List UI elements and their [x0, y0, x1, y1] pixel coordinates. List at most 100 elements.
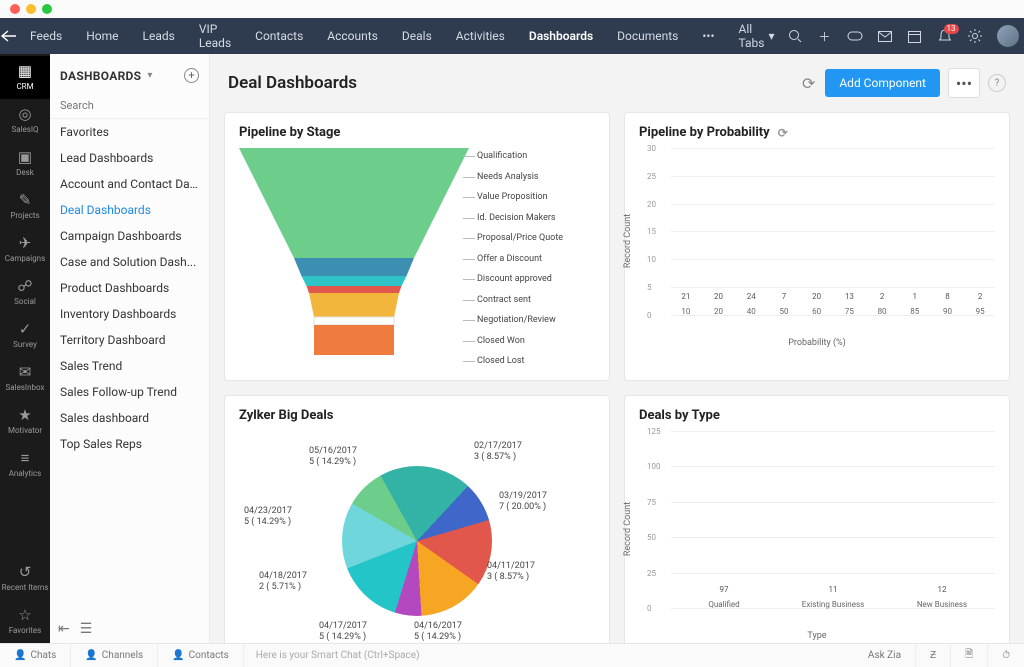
- sidebar-item-territory-dashboard[interactable]: Territory Dashboard: [50, 327, 209, 353]
- topnav-item-leads[interactable]: Leads: [131, 18, 187, 54]
- topnav-item-documents[interactable]: Documents: [605, 18, 690, 54]
- rail-item-campaigns[interactable]: ✈Campaigns: [0, 228, 50, 271]
- sidebar-item-sales-trend[interactable]: Sales Trend: [50, 353, 209, 379]
- rail-item-recent-items[interactable]: ↺Recent Items: [0, 557, 50, 600]
- mail-icon[interactable]: [877, 28, 893, 44]
- status-icon-note[interactable]: 🗎: [951, 644, 988, 667]
- topnav-item-home[interactable]: Home: [74, 18, 130, 54]
- rail-item-desk[interactable]: ▣Desk: [0, 142, 50, 185]
- rail-item-projects[interactable]: ✎Projects: [0, 185, 50, 228]
- campaigns-icon: ✈: [19, 236, 32, 251]
- pie-label: 03/19/20177 ( 20.00% ): [499, 491, 547, 514]
- plus-icon[interactable]: ＋: [817, 28, 833, 44]
- refresh-icon[interactable]: ⟳: [802, 74, 815, 93]
- topbar-more[interactable]: •••: [690, 18, 726, 54]
- bell-icon[interactable]: 13: [937, 28, 953, 44]
- add-dashboard-button[interactable]: +: [184, 68, 199, 83]
- more-options-button[interactable]: •••: [948, 68, 980, 98]
- rail-label: Social: [14, 297, 36, 306]
- sidebar-item-inventory-dashboards[interactable]: Inventory Dashboards: [50, 301, 209, 327]
- help-icon[interactable]: ?: [988, 74, 1006, 92]
- collapse-icon[interactable]: ⇤: [58, 621, 70, 637]
- topnav-item-deals[interactable]: Deals: [390, 18, 444, 54]
- smartchat-input[interactable]: Here is your Smart Chat (Ctrl+Space): [244, 650, 854, 661]
- card-title: Pipeline by Stage: [239, 125, 595, 140]
- sidebar: DASHBOARDS ▾ + FavoritesLead DashboardsA…: [50, 54, 210, 643]
- maximize-icon[interactable]: [42, 4, 52, 14]
- card-title: Zylker Big Deals: [239, 408, 595, 423]
- contacts-icon: 👤: [172, 650, 184, 661]
- refresh-icon[interactable]: ⟳: [778, 126, 788, 140]
- status-icon-zia[interactable]: Ƶ: [916, 644, 951, 667]
- rail-item-social[interactable]: ☍Social: [0, 271, 50, 314]
- avatar[interactable]: [997, 25, 1019, 47]
- add-component-button[interactable]: Add Component: [825, 69, 940, 97]
- status-seg-channels[interactable]: 👤Channels: [71, 644, 158, 667]
- minimize-icon[interactable]: [26, 4, 36, 14]
- pie-label: 04/11/20173 ( 8.57% ): [487, 561, 535, 584]
- rail-item-favorites[interactable]: ☆ Favorites: [0, 600, 50, 643]
- favorites-icon: ☆: [18, 608, 31, 623]
- sidebar-item-account-and-contact-da-[interactable]: Account and Contact Da...: [50, 171, 209, 197]
- sidebar-item-lead-dashboards[interactable]: Lead Dashboards: [50, 145, 209, 171]
- card-pipeline-stage: Pipeline by Stage QualificationNeeds Ana…: [224, 112, 610, 381]
- pie-graphic: [342, 466, 492, 616]
- bar-chart-type: Record Count125100755025097Qualified11Ex…: [639, 431, 995, 641]
- bar-60: 2060: [802, 292, 832, 316]
- chevron-down-icon[interactable]: ▾: [147, 70, 152, 81]
- sidebar-item-case-and-solution-dash-[interactable]: Case and Solution Dash...: [50, 249, 209, 275]
- calendar-icon[interactable]: [907, 28, 923, 44]
- topnav-item-activities[interactable]: Activities: [444, 18, 517, 54]
- sidebar-item-campaign-dashboards[interactable]: Campaign Dashboards: [50, 223, 209, 249]
- sidebar-item-top-sales-reps[interactable]: Top Sales Reps: [50, 431, 209, 457]
- rail-item-analytics[interactable]: ≡Analytics: [0, 443, 50, 486]
- sidebar-title: DASHBOARDS: [60, 69, 141, 83]
- back-button[interactable]: [0, 18, 18, 54]
- ask-zia-button[interactable]: Ask Zia: [854, 644, 916, 667]
- gear-icon[interactable]: [967, 28, 983, 44]
- sidebar-item-product-dashboards[interactable]: Product Dashboards: [50, 275, 209, 301]
- topnav-item-dashboards[interactable]: Dashboards: [517, 18, 605, 54]
- rail-item-motivator[interactable]: ★Motivator: [0, 400, 50, 443]
- rail-label: CRM: [16, 82, 33, 91]
- topnav-item-contacts[interactable]: Contacts: [243, 18, 315, 54]
- card-pipeline-probability: Pipeline by Probability ⟳ Record Count30…: [624, 112, 1010, 381]
- sidebar-item-favorites[interactable]: Favorites: [50, 119, 209, 145]
- sidebar-item-deal-dashboards[interactable]: Deal Dashboards: [50, 197, 209, 223]
- funnel-legend-item: Value Proposition: [477, 189, 595, 204]
- topbar: FeedsHomeLeadsVIP LeadsContactsAccountsD…: [0, 18, 1024, 54]
- content: Deal Dashboards ⟳ Add Component ••• ? Pi…: [210, 54, 1024, 643]
- status-seg-contacts[interactable]: 👤Contacts: [158, 644, 244, 667]
- card-title: Pipeline by Probability: [639, 125, 770, 140]
- rail-item-crm[interactable]: ▦CRM: [0, 56, 50, 99]
- status-seg-chats[interactable]: 👤Chats: [0, 644, 71, 667]
- search-icon[interactable]: [787, 28, 803, 44]
- topbar-right: ＋ 13: [787, 25, 1024, 47]
- list-view-icon[interactable]: ☰: [80, 621, 93, 637]
- rail-label: SalesIQ: [11, 125, 38, 134]
- rail-item-salesiq[interactable]: ◎SalesIQ: [0, 99, 50, 142]
- all-tabs-label: All Tabs: [739, 22, 765, 50]
- topnav-item-vip-leads[interactable]: VIP Leads: [187, 18, 243, 54]
- bar-New Business: 12New Business: [889, 585, 995, 609]
- rail-item-salesinbox[interactable]: ✉SalesInbox: [0, 357, 50, 400]
- topnav-item-accounts[interactable]: Accounts: [315, 18, 390, 54]
- bell-badge: 13: [944, 24, 959, 34]
- close-icon[interactable]: [10, 4, 20, 14]
- sidebar-item-sales-follow-up-trend[interactable]: Sales Follow-up Trend: [50, 379, 209, 405]
- card-big-deals: Zylker Big Deals 02/17/20173 ( 8.57% )03…: [224, 395, 610, 643]
- rail-item-survey[interactable]: ✓Survey: [0, 314, 50, 357]
- search-input[interactable]: [50, 93, 209, 119]
- funnel-legend: QualificationNeeds AnalysisValue Proposi…: [477, 148, 595, 368]
- gamepad-icon[interactable]: [847, 28, 863, 44]
- card-deals-type: Deals by Type Record Count12510075502509…: [624, 395, 1010, 643]
- topnav-item-feeds[interactable]: Feeds: [18, 18, 74, 54]
- status-icon-clock[interactable]: ⏱: [988, 644, 1024, 667]
- rail-label: Motivator: [8, 426, 42, 435]
- rail-label: Recent Items: [2, 583, 49, 592]
- bar-Qualified: 97Qualified: [671, 585, 777, 609]
- rail-label: Favorites: [9, 626, 42, 635]
- sidebar-item-sales-dashboard[interactable]: Sales dashboard: [50, 405, 209, 431]
- all-tabs-dropdown[interactable]: All Tabs ▾: [727, 22, 787, 50]
- chevron-down-icon: ▾: [769, 29, 775, 43]
